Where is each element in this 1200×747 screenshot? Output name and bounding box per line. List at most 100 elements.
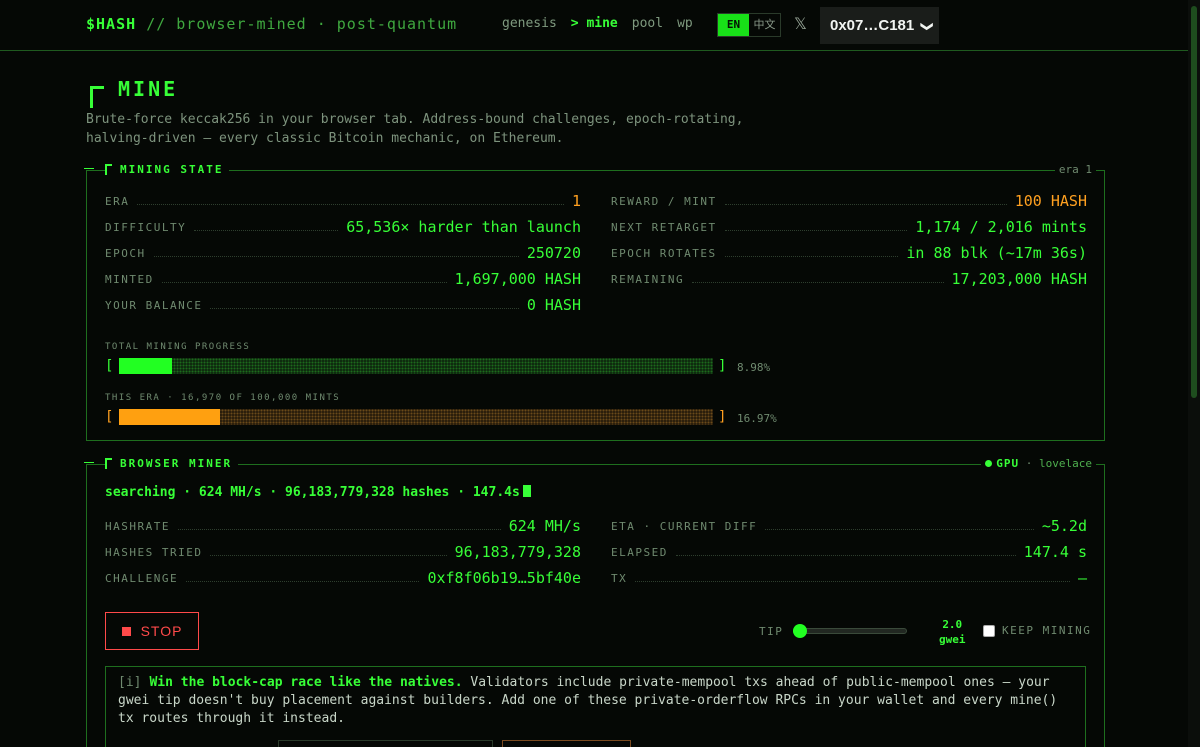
total-progress-label: TOTAL MINING PROGRESS <box>105 342 251 352</box>
era-progress-fill <box>119 409 220 425</box>
stat-key: REMAINING <box>611 272 685 286</box>
stat-key: REWARD / MINT <box>611 194 717 208</box>
private-rpc-info-box: [i] Win the block-cap race like the nativ… <box>105 666 1086 747</box>
stat-value: 0xf8f06b19…5bf40e <box>427 569 581 587</box>
stat-key: ERA <box>105 194 130 208</box>
stop-square-icon <box>121 627 131 636</box>
panel-corner-tick <box>84 462 94 463</box>
keep-mining-checkbox[interactable] <box>983 624 995 637</box>
stat-row: REMAINING 17,203,000 HASH <box>611 269 1087 289</box>
stat-value: 17,203,000 HASH <box>951 270 1087 288</box>
gpu-status-dot-icon <box>985 460 993 467</box>
dot-leader <box>765 528 1034 530</box>
stat-row: YOUR BALANCE 0 HASH <box>105 295 581 315</box>
dot-leader <box>724 203 1007 205</box>
brand[interactable]: $HASH // browser-mined · post-quantum <box>86 15 457 33</box>
stat-key: TX <box>611 571 628 585</box>
stat-key: YOUR BALANCE <box>105 298 203 312</box>
stat-row: HASHRATE 624 MH/s <box>105 516 581 536</box>
stat-key: CHALLENGE <box>105 571 179 585</box>
gpu-name: lovelace <box>1039 457 1092 470</box>
stat-key: NEXT RETARGET <box>611 220 717 234</box>
total-progress-bar: [ ] <box>105 357 727 375</box>
page-title-text: MINE <box>118 77 179 101</box>
keep-mining-toggle[interactable]: KEEP MINING <box>983 624 1091 637</box>
bracket-icon <box>105 164 112 175</box>
wallet-button[interactable]: 0x07…C181 ❯ <box>820 7 939 44</box>
stat-row: ERA 1 <box>105 191 581 211</box>
stat-value: in 88 blk (~17m 36s) <box>906 244 1087 262</box>
page-intro: Brute-force keccak256 in your browser ta… <box>86 112 744 146</box>
brand-ticker: $HASH <box>86 15 137 33</box>
top-bar: $HASH // browser-mined · post-quantum ge… <box>0 0 1188 51</box>
dot-leader <box>186 580 420 582</box>
stat-value: 65,536× harder than launch <box>346 218 581 236</box>
browser-miner-panel: BROWSER MINER GPU · lovelace searching ·… <box>84 457 1105 747</box>
dot-leader <box>675 554 1016 556</box>
stat-value: 624 MH/s <box>508 517 581 535</box>
stat-row: REWARD / MINT 100 HASH <box>611 191 1087 211</box>
stop-button[interactable]: STOP <box>105 612 199 650</box>
era-tag: era 1 <box>1054 163 1096 176</box>
stat-key: DIFFICULTY <box>105 220 187 234</box>
scrollbar-thumb[interactable] <box>1191 6 1197 398</box>
stat-value: 147.4 s <box>1023 543 1087 561</box>
nav-wp[interactable]: wp <box>677 16 693 31</box>
total-progress-percent: 8.98% <box>737 361 771 374</box>
bar-open-bracket: [ <box>105 358 114 374</box>
stat-key: HASHES TRIED <box>105 545 203 559</box>
stat-value: 1,174 / 2,016 mints <box>915 218 1087 236</box>
miner-status-line: searching · 624 MH/s · 96,183,779,328 ha… <box>105 485 531 500</box>
bar-open-bracket: [ <box>105 409 114 425</box>
stat-row: CHALLENGE 0xf8f06b19…5bf40e <box>105 568 581 588</box>
stat-key: HASHRATE <box>105 519 170 533</box>
dot-leader <box>210 554 447 556</box>
mining-state-heading-text: MINING STATE <box>120 163 224 176</box>
dot-leader <box>153 255 519 257</box>
stat-value: 1,697,000 HASH <box>454 270 581 288</box>
dot-leader <box>724 229 908 231</box>
era-progress-bar: [ ] <box>105 408 727 426</box>
gpu-separator: · <box>1025 457 1033 470</box>
stat-row: HASHES TRIED 96,183,779,328 <box>105 542 581 562</box>
stat-row: EPOCH 250720 <box>105 243 581 263</box>
x-social-icon[interactable]: 𝕏 <box>794 16 810 32</box>
tip-label: TIP <box>759 625 784 638</box>
tip-slider-handle[interactable] <box>793 624 807 638</box>
dot-leader <box>692 281 944 283</box>
gpu-badge: GPU · lovelace <box>981 457 1096 470</box>
mining-state-panel: MINING STATE era 1 ERA 1 DIFFICULTY 65,536×… <box>84 163 1105 441</box>
stat-key: ETA · CURRENT DIFF <box>611 519 758 533</box>
panel-corner-tick <box>84 168 94 169</box>
tip-value-number: 2.0 <box>942 618 963 631</box>
stat-key: ELAPSED <box>611 545 668 559</box>
tip-slider[interactable] <box>793 624 907 638</box>
page-scrollbar[interactable] <box>1188 0 1200 747</box>
stat-key: MINTED <box>105 272 154 286</box>
stat-value: 1 <box>571 192 581 210</box>
rpc-option-input[interactable] <box>278 740 493 747</box>
lang-zh-button[interactable]: 中文 <box>749 14 780 36</box>
cursor-block-icon <box>522 485 531 497</box>
bracket-icon <box>105 458 112 469</box>
stat-value: 0 HASH <box>526 296 581 314</box>
language-switch: EN 中文 <box>717 13 781 37</box>
tip-slider-track[interactable] <box>793 628 907 634</box>
rpc-option-button[interactable] <box>502 740 631 747</box>
stat-key: EPOCH <box>105 246 146 260</box>
stat-row: ELAPSED 147.4 s <box>611 542 1087 562</box>
dot-leader <box>724 255 899 257</box>
nav-genesis[interactable]: genesis <box>502 16 557 31</box>
total-progress-track <box>119 358 713 374</box>
main-nav: genesis > mine pool wp <box>502 16 693 31</box>
nav-mine[interactable]: > mine <box>571 16 618 31</box>
dot-leader <box>635 580 1070 582</box>
dot-leader <box>210 307 519 309</box>
stat-row: NEXT RETARGET 1,174 / 2,016 mints <box>611 217 1087 237</box>
era-progress-label: THIS ERA · 16,970 OF 100,000 MINTS <box>105 393 341 403</box>
stat-value: 100 HASH <box>1014 192 1087 210</box>
nav-pool[interactable]: pool <box>632 16 663 31</box>
browser-miner-heading: BROWSER MINER <box>105 457 239 470</box>
mining-state-heading: MINING STATE <box>105 163 230 176</box>
lang-en-button[interactable]: EN <box>718 14 749 36</box>
